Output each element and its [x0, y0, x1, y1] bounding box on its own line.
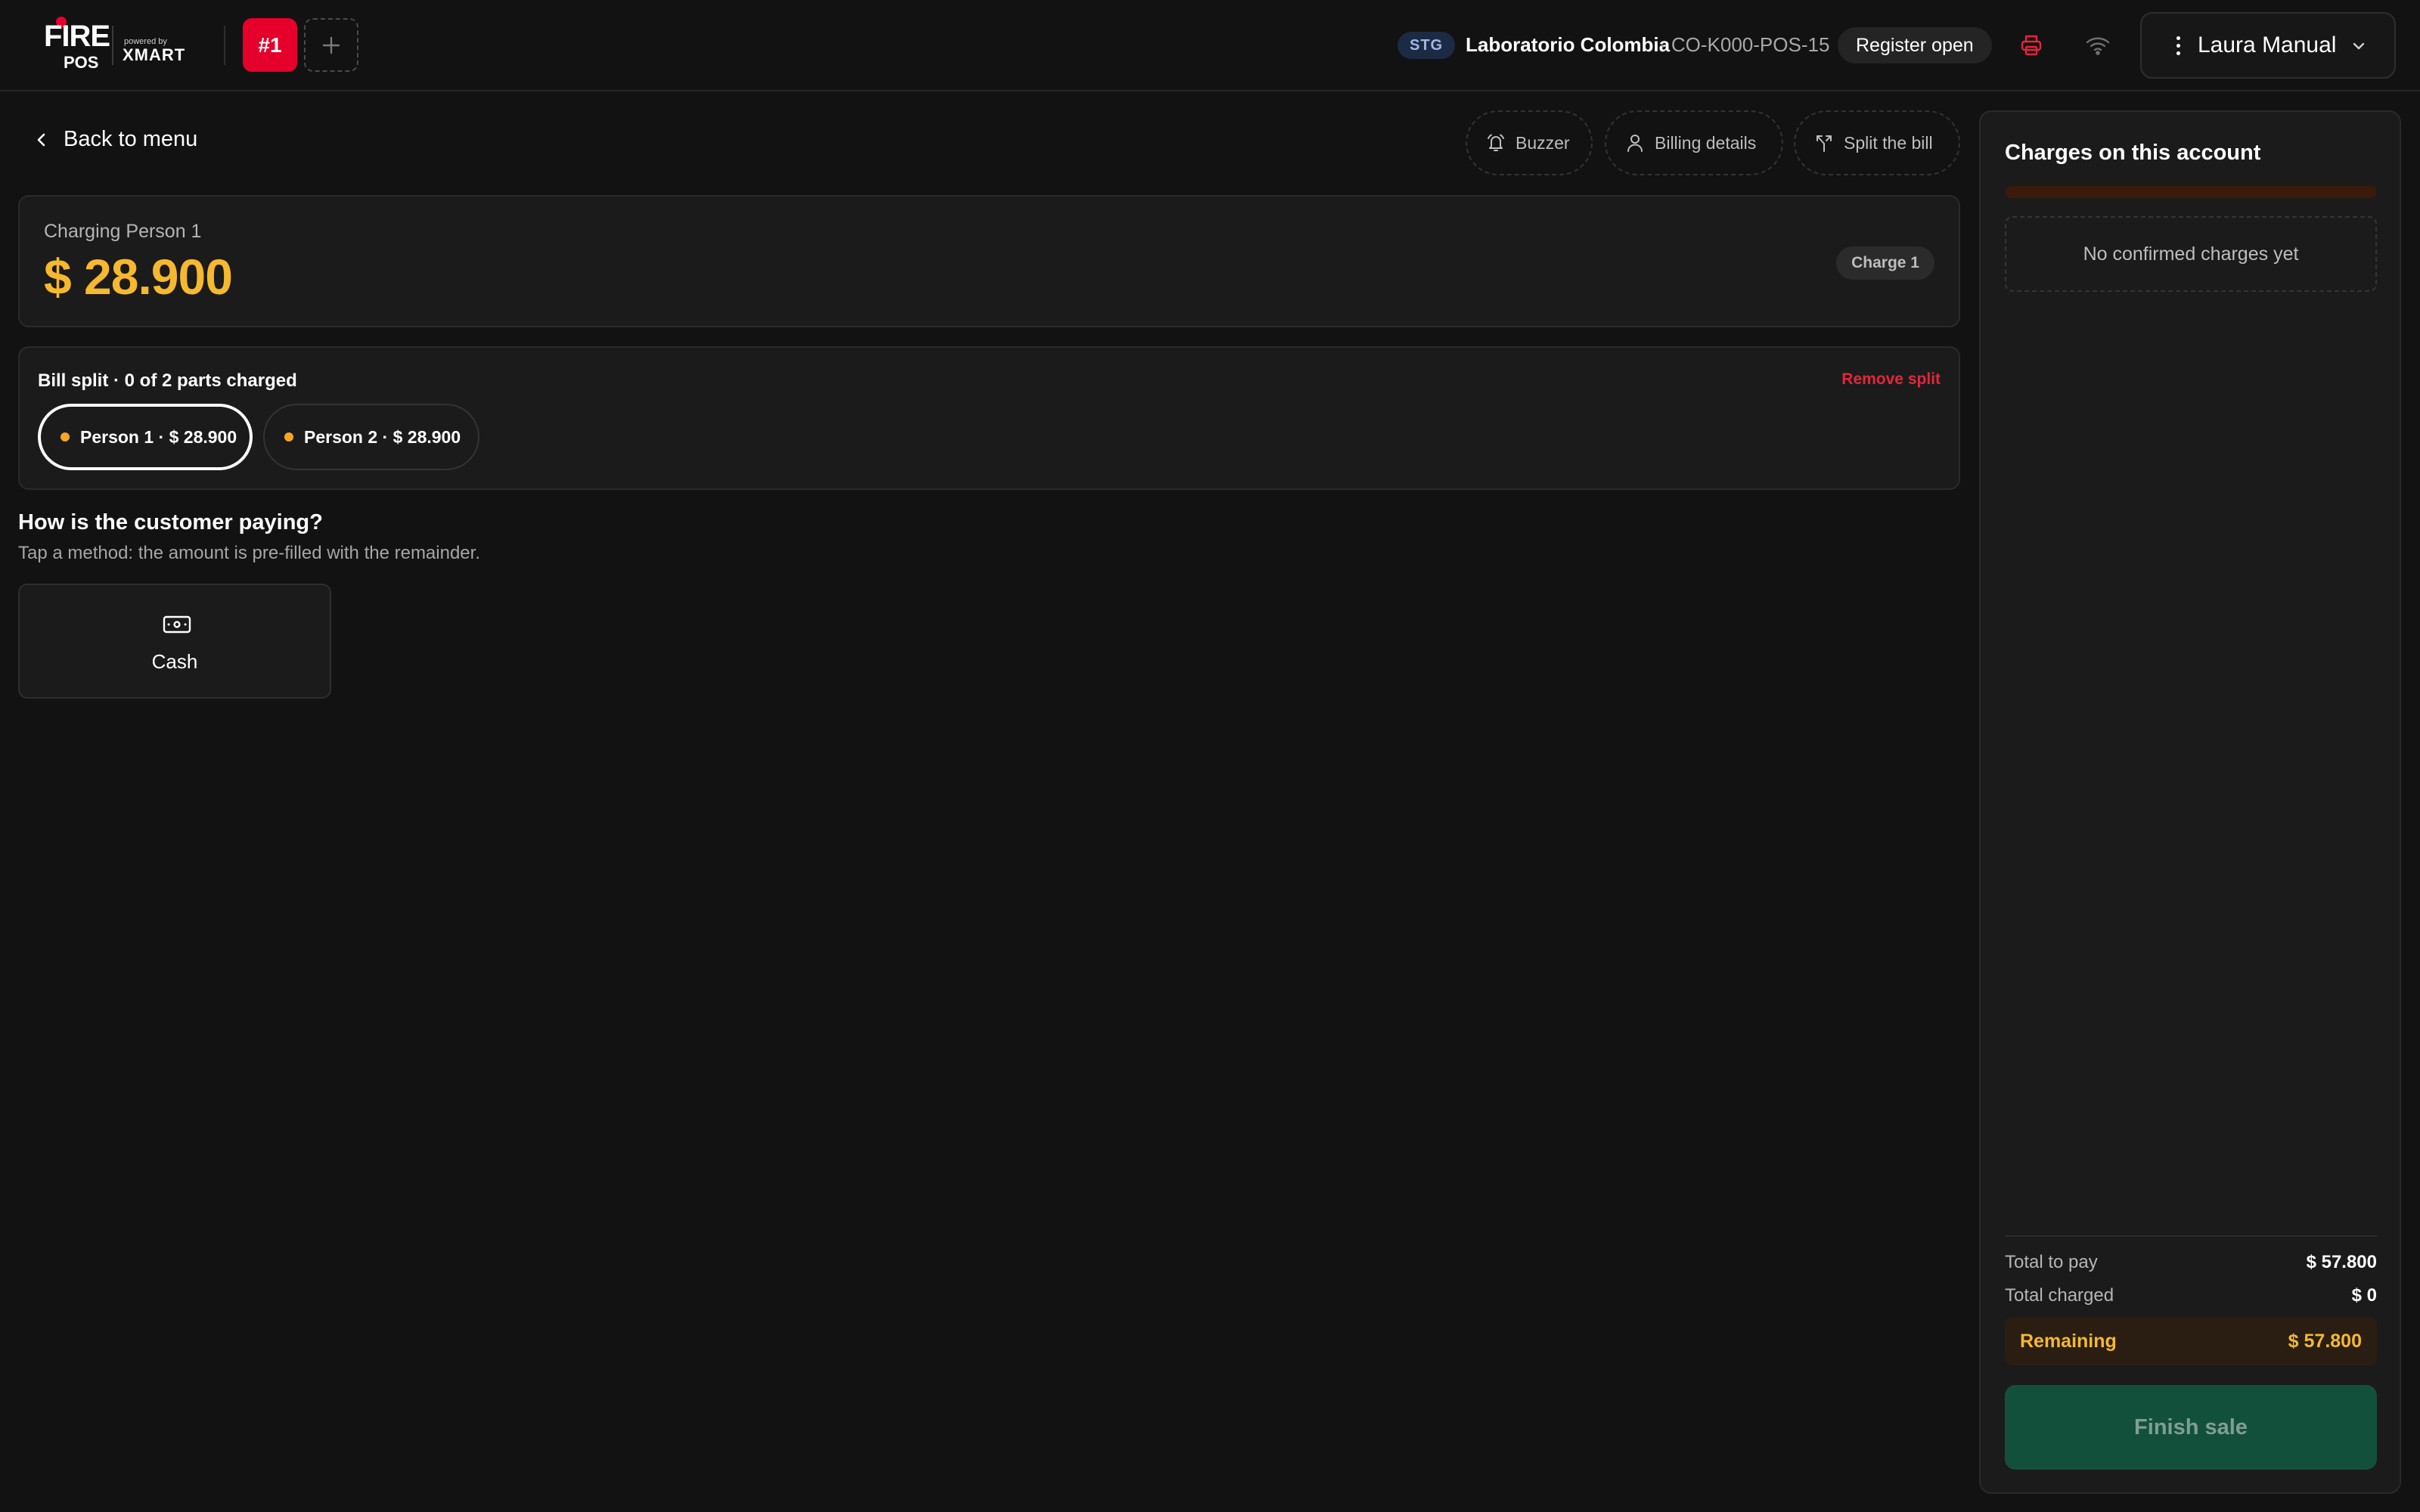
user-icon — [1627, 135, 1643, 152]
remaining-row: Remaining $ 57.800 — [2005, 1317, 2377, 1365]
environment-badge: STG — [1398, 32, 1456, 59]
charge-amount: $ 28.900 — [44, 249, 233, 305]
split-icon — [1817, 135, 1832, 152]
charge-label: Charging Person 1 — [44, 221, 202, 242]
top-divider — [224, 26, 225, 65]
order-tab-1[interactable]: #1 — [243, 18, 297, 72]
empty-charges-message: No confirmed charges yet — [2005, 216, 2377, 292]
chevron-down-icon — [2353, 42, 2365, 50]
xmart-logo-text: XMART — [123, 45, 186, 64]
total-charged-row: Total charged $ 0 — [2005, 1285, 2377, 1306]
more-vertical-icon — [2169, 36, 2187, 55]
charge-number-badge: Charge 1 — [1836, 246, 1934, 280]
split-bill-label: Split the bill — [1844, 132, 1933, 153]
summary-divider — [2005, 1235, 2377, 1237]
fire-pos-logo: FIRE POS powered by XMART — [44, 14, 188, 74]
charges-panel: Charges on this account No confirmed cha… — [1979, 110, 2401, 1494]
split-part-person-2[interactable]: Person 2 · $ 28.900 — [263, 404, 479, 470]
remaining-value: $ 57.800 — [2288, 1330, 2362, 1352]
plus-icon — [322, 36, 340, 54]
status-dot — [284, 432, 293, 442]
cash-icon — [163, 615, 191, 634]
add-order-tab-button[interactable] — [304, 18, 358, 72]
back-to-menu-link[interactable]: Back to menu — [33, 127, 197, 152]
buzzer-label: Buzzer — [1516, 132, 1570, 153]
printer-icon — [2021, 35, 2042, 56]
total-to-pay-row: Total to pay $ 57.800 — [2005, 1252, 2377, 1273]
logo-pos-text: POS — [64, 53, 99, 72]
payment-subheading: Tap a method: the amount is pre-filled w… — [18, 543, 480, 563]
chevron-left-icon — [37, 133, 45, 146]
billing-details-label: Billing details — [1655, 132, 1757, 153]
total-to-pay-label: Total to pay — [2005, 1252, 2098, 1272]
payment-heading: How is the customer paying? — [18, 510, 323, 534]
remaining-label: Remaining — [2020, 1330, 2117, 1352]
remove-split-button[interactable]: Remove split — [1841, 370, 1941, 389]
split-part-person-1[interactable]: Person 1 · $ 28.900 — [38, 404, 253, 470]
bill-split-title: Bill split · 0 of 2 parts charged — [38, 370, 297, 391]
current-charge-card: Charging Person 1 $ 28.900 Charge 1 — [18, 195, 1960, 327]
store-name: Laboratorio Colombia — [1466, 33, 1671, 56]
user-menu-button[interactable]: Laura Manual — [2140, 12, 2396, 79]
total-charged-value: $ 0 — [2351, 1285, 2377, 1306]
connection-status[interactable] — [2080, 29, 2116, 62]
charges-panel-title: Charges on this account — [2005, 141, 2261, 165]
payment-method-label: Cash — [151, 650, 198, 673]
payment-method-cash[interactable]: Cash — [18, 584, 331, 699]
split-part-label: Person 1 · $ 28.900 — [80, 426, 237, 447]
charge-progress-bar — [2005, 186, 2377, 198]
finish-sale-button[interactable]: Finish sale — [2005, 1385, 2377, 1470]
total-to-pay-value: $ 57.800 — [2306, 1252, 2377, 1272]
print-button[interactable] — [2013, 29, 2049, 62]
split-bill-button[interactable]: Split the bill — [1794, 110, 1960, 175]
buzzer-button[interactable]: Buzzer — [1466, 110, 1593, 175]
top-bar: FIRE POS powered by XMART #1 STG Laborat… — [0, 0, 2420, 91]
register-status-button[interactable]: Register open — [1838, 27, 1992, 64]
logo-divider — [112, 26, 113, 65]
pos-code: · CO-K000-POS-15 — [1659, 33, 1830, 56]
back-to-menu-label: Back to menu — [64, 127, 198, 151]
status-dot — [60, 432, 70, 442]
billing-details-button[interactable]: Billing details — [1605, 110, 1783, 175]
total-charged-label: Total charged — [2005, 1285, 2114, 1306]
bill-split-card: Bill split · 0 of 2 parts charged Remove… — [18, 346, 1960, 490]
bell-icon — [1488, 134, 1504, 151]
split-part-label: Person 2 · $ 28.900 — [304, 426, 461, 447]
user-name: Laura Manual — [2198, 33, 2337, 57]
logo-fire-text: FIRE — [44, 20, 110, 53]
wifi-icon — [2086, 37, 2110, 55]
